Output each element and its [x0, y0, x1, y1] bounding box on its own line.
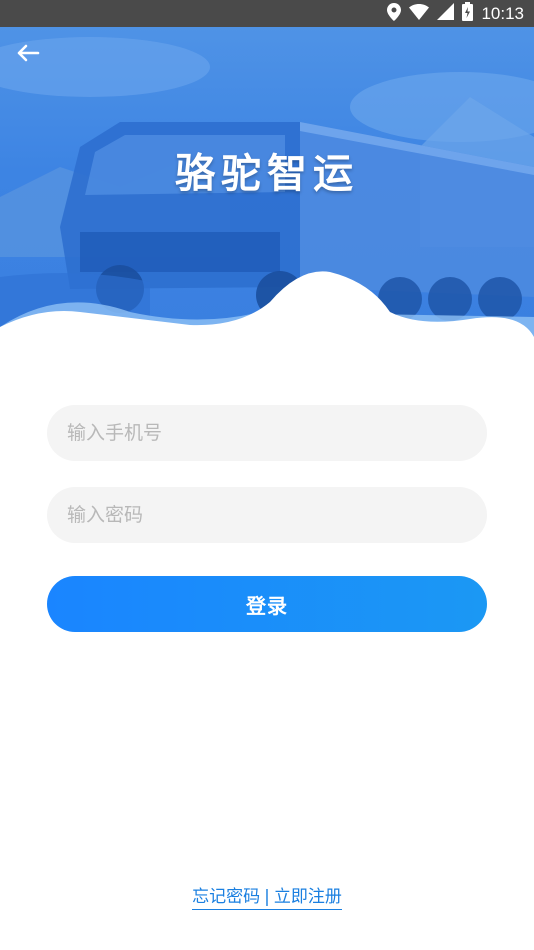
- location-icon: [387, 2, 402, 25]
- register-link[interactable]: 立即注册: [274, 887, 342, 907]
- password-field[interactable]: [47, 487, 487, 543]
- cell-signal-icon: [437, 3, 455, 24]
- link-separator: |: [264, 887, 270, 907]
- status-bar: 10:13: [0, 0, 534, 27]
- back-arrow-icon: [17, 44, 40, 62]
- forgot-password-link[interactable]: 忘记密码: [192, 887, 260, 907]
- hero-banner: 骆驼智运: [0, 27, 534, 347]
- back-button[interactable]: [12, 39, 44, 67]
- login-button[interactable]: 登录: [47, 576, 487, 632]
- status-time: 10:13: [481, 3, 524, 23]
- wifi-icon: [409, 3, 430, 24]
- phone-input[interactable]: [65, 421, 469, 445]
- footer-links: 忘记密码 | 立即注册: [0, 882, 534, 910]
- battery-icon: [462, 2, 474, 25]
- phone-field[interactable]: [47, 405, 487, 461]
- password-input[interactable]: [65, 503, 469, 527]
- footer-link-group: 忘记密码 | 立即注册: [192, 882, 342, 910]
- app-title: 骆驼智运: [175, 150, 359, 197]
- status-icons: 10:13: [387, 0, 524, 27]
